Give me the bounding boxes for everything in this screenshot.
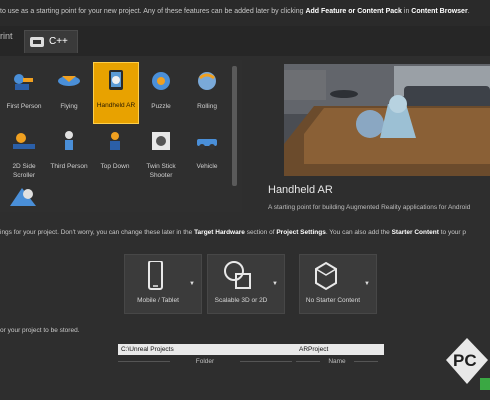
- folder-path-input[interactable]: [118, 344, 298, 355]
- chevron-down-icon: ▼: [272, 281, 278, 287]
- project-settings-instructions: ings for your project. Don't worry, you …: [0, 229, 467, 236]
- template-preview-image: [284, 64, 490, 176]
- handheld-ar-icon: [109, 70, 123, 90]
- folder-divider: [118, 361, 170, 362]
- cpp-icon: [30, 37, 44, 47]
- top-down-icon: [110, 132, 120, 150]
- template-title: Handheld AR: [268, 184, 333, 196]
- name-divider: [296, 361, 320, 362]
- twin-stick-icon: [152, 132, 170, 150]
- location-instructions: or your project to be stored.: [0, 327, 80, 334]
- template-tile-third-person[interactable]: Third Person: [47, 124, 91, 184]
- template-tile-2d-side-scroller[interactable]: 2D Side Scroller: [2, 124, 46, 184]
- no-starter-content-icon: [315, 261, 337, 291]
- starter-content-dropdown[interactable]: No Starter Content ▼: [299, 254, 377, 314]
- template-tile-first-person[interactable]: First Person: [2, 64, 46, 124]
- project-name-input[interactable]: [296, 344, 384, 355]
- template-tile-partial-icon: [10, 188, 36, 206]
- puzzle-icon: [152, 72, 170, 90]
- chevron-down-icon: ▼: [364, 281, 370, 287]
- template-tile-rolling[interactable]: Rolling: [185, 64, 229, 124]
- vehicle-icon: [197, 139, 217, 150]
- third-person-icon: [65, 131, 73, 150]
- template-grid-scrollbar[interactable]: [232, 66, 237, 186]
- mobile-tablet-icon: [148, 261, 163, 290]
- intro-text: to use as a starting point for your new …: [0, 8, 470, 15]
- template-tile-top-down[interactable]: Top Down: [93, 124, 137, 184]
- template-description: A starting point for building Augmented …: [268, 204, 471, 211]
- template-tile-twin-stick-shooter[interactable]: Twin Stick Shooter: [139, 124, 183, 184]
- first-person-icon: [14, 74, 33, 90]
- side-scroller-icon: [13, 133, 35, 149]
- template-tile-flying[interactable]: Flying: [47, 64, 91, 124]
- rolling-icon: [198, 72, 216, 90]
- chevron-down-icon: ▼: [189, 281, 195, 287]
- tab-cpp[interactable]: C++: [24, 30, 78, 53]
- folder-divider: [240, 361, 292, 362]
- header-bar: to use as a starting point for your new …: [0, 0, 490, 26]
- template-tile-handheld-ar[interactable]: Handheld AR: [93, 62, 139, 124]
- tab-blueprint[interactable]: rint: [0, 31, 13, 41]
- graphics-quality-dropdown[interactable]: Scalable 3D or 2D ▼: [207, 254, 285, 314]
- name-divider: [354, 361, 378, 362]
- scalable-quality-icon: [224, 261, 251, 289]
- flying-icon: [58, 76, 80, 86]
- template-tile-vehicle[interactable]: Vehicle: [185, 124, 229, 184]
- hardware-target-dropdown[interactable]: Mobile / Tablet ▼: [124, 254, 202, 314]
- pcworld-watermark-logo: PC: [446, 338, 490, 390]
- template-tile-puzzle[interactable]: Puzzle: [139, 64, 183, 124]
- svg-text:PC: PC: [453, 351, 477, 370]
- tab-cpp-label: C++: [49, 36, 68, 47]
